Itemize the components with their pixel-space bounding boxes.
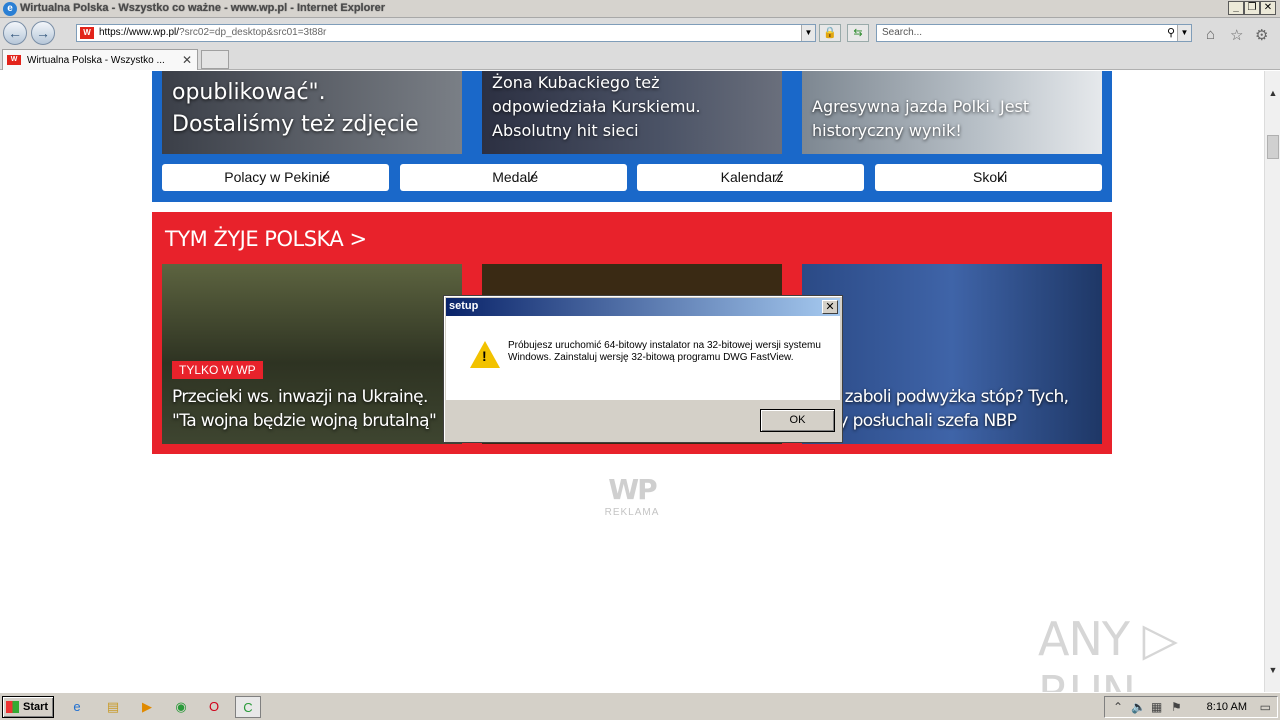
wp-tab-favicon-icon: W bbox=[7, 55, 21, 65]
pill-kalendarz[interactable]: Kalendarz⁄ bbox=[637, 164, 864, 191]
taskbar-media-icon[interactable]: ▶ bbox=[134, 696, 160, 718]
taskbar-opera-icon[interactable]: O bbox=[201, 696, 227, 718]
windows-logo-icon bbox=[6, 701, 19, 713]
tray-volume-icon[interactable]: 🔈 bbox=[1131, 700, 1146, 714]
dialog-close-button[interactable]: ✕ bbox=[822, 300, 838, 314]
news-card-2-line3: Absolutny hit sieci bbox=[492, 121, 639, 140]
scroll-thumb[interactable] bbox=[1267, 135, 1279, 159]
tray-expand-icon[interactable]: ⌃ bbox=[1113, 700, 1123, 714]
exclusive-badge: TYLKO W WP bbox=[172, 361, 263, 379]
taskbar-setup-icon[interactable]: C bbox=[235, 696, 261, 718]
refresh-button[interactable]: ⇆ bbox=[847, 24, 869, 42]
ad-placeholder: WP REKLAMA bbox=[604, 473, 660, 518]
slash-icon: ⁄ bbox=[532, 169, 535, 186]
pill-label: Polacy w Pekinie bbox=[224, 169, 331, 185]
search-dropdown-button[interactable]: ▼ bbox=[1177, 25, 1191, 41]
address-bar[interactable]: W https://www.wp.pl/?src02=dp_desktop&sr… bbox=[76, 24, 816, 42]
back-button[interactable]: ← bbox=[3, 21, 27, 45]
minimize-button[interactable]: _ bbox=[1228, 1, 1244, 15]
taskbar: Start e ▤ ▶ ◉ O C ⌃ 🔈 ▦ ⚑ 8:10 AM ▭ bbox=[0, 692, 1280, 720]
home-icon[interactable]: ⌂ bbox=[1206, 26, 1215, 43]
new-tab-button[interactable] bbox=[201, 50, 229, 69]
slash-icon: ⁄ bbox=[1001, 169, 1004, 186]
warning-mark: ! bbox=[482, 348, 487, 364]
tab-wp[interactable]: W Wirtualna Polska - Wszystko ... ✕ bbox=[2, 49, 198, 70]
news-card-3[interactable]: Agresywna jazda Polki. Jest historyczny … bbox=[802, 71, 1102, 154]
news-card-2[interactable]: Żona Kubackiego też odpowiedziała Kurski… bbox=[482, 71, 782, 154]
address-dropdown-button[interactable]: ▼ bbox=[801, 25, 815, 41]
ie-logo-icon: e bbox=[3, 2, 17, 16]
tray-flag-icon[interactable]: ⚑ bbox=[1171, 700, 1182, 714]
clock[interactable]: 8:10 AM bbox=[1207, 701, 1247, 713]
scroll-up-icon[interactable]: ▲ bbox=[1265, 85, 1280, 101]
window-title: Wirtualna Polska - Wszystko co ważne - w… bbox=[20, 2, 386, 14]
forward-button[interactable]: → bbox=[31, 21, 55, 45]
olympics-section: opublikować". Dostaliśmy też zdjęcie Żon… bbox=[152, 71, 1112, 202]
url-query: ?src02=dp_desktop&src01=3t88r bbox=[179, 27, 327, 38]
red-card-1-line2: "Ta wojna będzie wojną brutalną" bbox=[172, 411, 437, 431]
slash-icon: ⁄ bbox=[324, 169, 327, 186]
dialog-body: ! Próbujesz uruchomić 64-bitowy instalat… bbox=[446, 316, 840, 400]
vertical-scrollbar[interactable]: ▲ ▼ bbox=[1264, 71, 1280, 692]
url-host: https://www.wp.pl/ bbox=[99, 27, 180, 38]
news-card-2-line1: Żona Kubackiego też bbox=[492, 73, 660, 92]
start-button[interactable]: Start bbox=[2, 696, 54, 718]
scroll-down-icon[interactable]: ▼ bbox=[1265, 662, 1280, 678]
navigation-bar: ← → W https://www.wp.pl/?src02=dp_deskto… bbox=[0, 18, 1280, 48]
search-box[interactable]: Search... ⚲ ▼ bbox=[876, 24, 1192, 42]
forward-arrow-icon: → bbox=[36, 25, 50, 41]
taskbar-ie-icon[interactable]: e bbox=[64, 696, 90, 718]
lock-icon[interactable]: 🔒 bbox=[819, 24, 841, 42]
news-card-3-line1: Agresywna jazda Polki. Jest bbox=[812, 97, 1030, 116]
show-desktop-icon[interactable]: ▭ bbox=[1260, 700, 1271, 714]
tab-label: Wirtualna Polska - Wszystko ... bbox=[27, 55, 165, 66]
taskbar-chrome-icon[interactable]: ◉ bbox=[168, 696, 194, 718]
tab-close-icon[interactable]: ✕ bbox=[182, 53, 192, 67]
pill-skoki[interactable]: Skoki⁄ bbox=[875, 164, 1102, 191]
favorites-star-icon[interactable]: ☆ bbox=[1230, 26, 1243, 44]
restore-button[interactable]: ❐ bbox=[1244, 1, 1260, 15]
back-arrow-icon: ← bbox=[8, 25, 22, 41]
search-placeholder: Search... bbox=[882, 27, 923, 38]
pill-medale[interactable]: Medale⁄ bbox=[400, 164, 627, 191]
tab-strip: W Wirtualna Polska - Wszystko ... ✕ bbox=[0, 48, 1280, 70]
red-card-3-line2: zy posłuchali szefa NBP bbox=[830, 411, 1017, 431]
news-card-2-line2: odpowiedziała Kurskiemu. bbox=[492, 97, 701, 116]
pill-polacy-w-pekinie[interactable]: Polacy w Pekinie⁄ bbox=[162, 164, 389, 191]
news-card-3-line2: historyczny wynik! bbox=[812, 121, 962, 140]
system-tray: ⌃ 🔈 ▦ ⚑ 8:10 AM ▭ bbox=[1104, 696, 1278, 718]
news-card-1[interactable]: opublikować". Dostaliśmy też zdjęcie bbox=[162, 71, 462, 154]
dialog-title: setup bbox=[449, 300, 479, 312]
red-card-1[interactable]: TYLKO W WP Przecieki ws. inwazji na Ukra… bbox=[162, 264, 462, 444]
tools-gear-icon[interactable]: ⚙ bbox=[1255, 26, 1268, 44]
red-card-3[interactable]: o zaboli podwyżka stóp? Tych, zy posłuch… bbox=[802, 264, 1102, 444]
tray-network-icon[interactable]: ▦ bbox=[1151, 700, 1162, 714]
setup-error-dialog: setup ✕ ! Próbujesz uruchomić 64-bitowy … bbox=[443, 295, 843, 443]
url-text: https://www.wp.pl/?src02=dp_desktop&src0… bbox=[99, 27, 326, 38]
news-card-1-line2: Dostaliśmy też zdjęcie bbox=[172, 112, 419, 137]
wp-favicon-icon: W bbox=[80, 27, 94, 39]
slash-icon: ⁄ bbox=[777, 169, 781, 186]
close-window-button[interactable]: ✕ bbox=[1260, 1, 1276, 15]
window-titlebar: e Wirtualna Polska - Wszystko co ważne -… bbox=[0, 0, 1280, 18]
section-heading[interactable]: TYM ŻYJE POLSKA > bbox=[165, 227, 367, 251]
taskbar-explorer-icon[interactable]: ▤ bbox=[100, 696, 126, 718]
dialog-titlebar: setup ✕ bbox=[446, 298, 840, 316]
start-label: Start bbox=[23, 701, 49, 713]
dialog-message: Próbujesz uruchomić 64-bitowy instalator… bbox=[508, 340, 821, 363]
red-card-1-line1: Przecieki ws. inwazji na Ukrainę. bbox=[172, 387, 428, 407]
red-card-3-line1: o zaboli podwyżka stóp? Tych, bbox=[830, 387, 1069, 407]
news-card-1-line1: opublikować". bbox=[172, 80, 326, 105]
ad-label: REKLAMA bbox=[604, 507, 660, 518]
wp-logo: WP bbox=[608, 473, 657, 506]
ok-button[interactable]: OK bbox=[760, 409, 835, 432]
pill-label: Kalendarz bbox=[720, 169, 784, 185]
anyrun-watermark: ANY ▷ RUN bbox=[1038, 612, 1178, 692]
search-icon[interactable]: ⚲ bbox=[1167, 26, 1175, 39]
